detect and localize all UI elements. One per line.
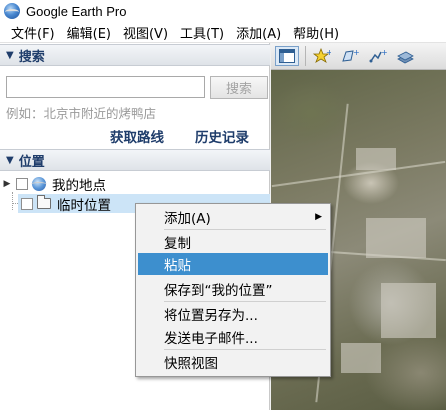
search-input[interactable]: [6, 76, 205, 98]
my-places-checkbox[interactable]: [16, 177, 28, 190]
context-menu-save-place-as[interactable]: 将位置另存为...: [138, 303, 328, 325]
google-earth-app-icon: [4, 3, 20, 19]
menu-bar: 文件(F) 编辑(E) 视图(V) 工具(T) 添加(A) 帮助(H): [0, 22, 446, 43]
search-section-header[interactable]: ▼ 搜索: [0, 44, 270, 66]
overlay-icon[interactable]: [394, 46, 418, 66]
search-hint: 例如：北京市附近的烤鸭店: [6, 106, 157, 121]
map-urban-area: [381, 283, 436, 338]
map-urban-area: [366, 218, 426, 258]
context-menu-label: 复制: [164, 236, 191, 252]
menu-separator: [164, 349, 326, 350]
menu-separator: [164, 301, 326, 302]
get-directions-link[interactable]: 获取路线: [110, 126, 164, 146]
tree-item-label: 我的地点: [52, 177, 106, 194]
path-icon[interactable]: +: [366, 46, 390, 66]
context-menu-label: 保存到“我的位置”: [164, 283, 273, 299]
places-section-title: 位置: [18, 154, 45, 170]
toolbar-separator: [305, 46, 306, 66]
menu-tools[interactable]: 工具(T): [168, 23, 224, 42]
collapse-triangle-icon: ▼: [6, 49, 14, 61]
map-toolbar: + + +: [271, 43, 446, 70]
map-urban-area: [341, 343, 381, 373]
context-menu-snapshot-view[interactable]: 快照视图: [138, 351, 328, 373]
tree-item-my-places[interactable]: ▶ 我的地点: [0, 174, 270, 194]
svg-text:+: +: [326, 48, 331, 57]
submenu-arrow-icon: ▶: [315, 212, 322, 222]
menu-separator: [164, 229, 326, 230]
expand-arrow-icon[interactable]: ▶: [1, 179, 13, 189]
menu-file[interactable]: 文件(F): [0, 23, 55, 42]
context-menu-save-to-my-places[interactable]: 保存到“我的位置”: [138, 278, 328, 300]
context-menu-send-email[interactable]: 发送电子邮件...: [138, 326, 328, 348]
history-link[interactable]: 历史记录: [195, 126, 249, 146]
svg-text:+: +: [353, 48, 359, 57]
context-menu-label: 将位置另存为...: [164, 308, 258, 324]
folder-icon: [37, 195, 51, 209]
context-menu-label: 粘贴: [164, 258, 191, 274]
window-title: Google Earth Pro: [26, 3, 127, 19]
context-menu-paste[interactable]: 粘贴: [138, 253, 328, 275]
search-section-title: 搜索: [18, 49, 45, 65]
context-menu-add[interactable]: 添加(A) ▶: [138, 206, 328, 228]
menu-edit[interactable]: 编辑(E): [55, 23, 111, 42]
context-menu: 添加(A) ▶ 复制 粘贴 保存到“我的位置” 将位置另存为... 发送电子邮件…: [135, 203, 331, 377]
context-menu-label: 快照视图: [164, 356, 218, 372]
map-urban-area: [356, 148, 396, 170]
context-menu-label: 发送电子邮件...: [164, 331, 258, 347]
menu-add[interactable]: 添加(A): [224, 23, 281, 42]
menu-help[interactable]: 帮助(H): [281, 23, 339, 42]
sidebar-toggle-icon[interactable]: [275, 46, 299, 66]
globe-icon: [31, 176, 47, 191]
tree-item-label: 临时位置: [57, 197, 111, 214]
temporary-places-checkbox[interactable]: [21, 197, 33, 210]
tree-line: [12, 192, 13, 210]
search-button[interactable]: 搜索: [210, 76, 268, 99]
polygon-icon[interactable]: +: [338, 46, 362, 66]
placemark-icon[interactable]: +: [310, 46, 334, 66]
collapse-triangle-icon: ▼: [6, 154, 14, 166]
menu-view[interactable]: 视图(V): [111, 23, 168, 42]
svg-text:+: +: [381, 48, 387, 57]
title-bar: Google Earth Pro: [0, 0, 446, 22]
context-menu-label: 添加(A): [164, 211, 211, 227]
context-menu-copy[interactable]: 复制: [138, 231, 328, 253]
places-section-header[interactable]: ▼ 位置: [0, 149, 270, 171]
